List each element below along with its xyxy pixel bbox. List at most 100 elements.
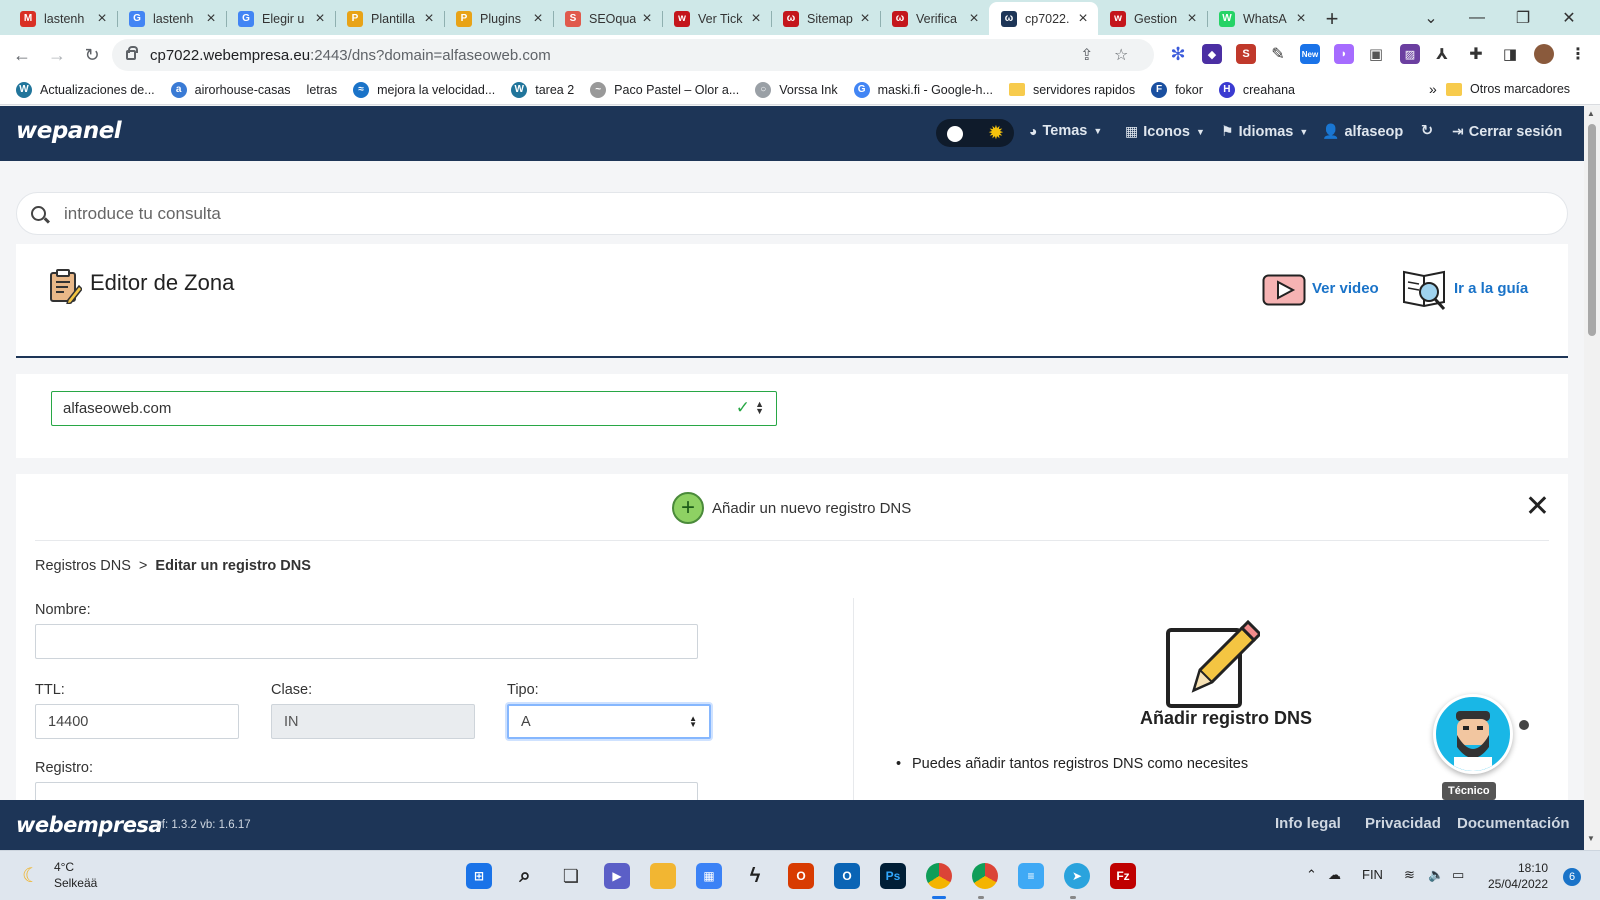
- nombre-input[interactable]: [35, 624, 698, 659]
- tab-close-icon[interactable]: ×: [95, 10, 109, 26]
- address-bar[interactable]: cp7022.webempresa.eu:2443/dns?domain=alf…: [112, 39, 1154, 71]
- tab-close-icon[interactable]: ×: [422, 10, 436, 26]
- add-dns-record-button[interactable]: + Añadir un nuevo registro DNS: [672, 492, 911, 524]
- bookmark-item[interactable]: a airorhouse-casas: [170, 81, 291, 98]
- browser-tab[interactable]: P Plugins ×: [444, 2, 553, 35]
- extension-image-icon[interactable]: ▨: [1400, 44, 1420, 64]
- task-view-icon[interactable]: ❏: [558, 863, 584, 889]
- menu-iconos[interactable]: ▦ Iconos ▼: [1125, 123, 1205, 140]
- domain-select[interactable]: alfaseoweb.com ✓ ▲ ▼: [51, 391, 777, 426]
- page-scrollbar[interactable]: ▲ ▼: [1584, 106, 1600, 850]
- battery-icon[interactable]: ▭: [1452, 867, 1464, 883]
- store-icon[interactable]: ▦: [696, 863, 722, 889]
- browser-tab[interactable]: S SEOqua ×: [553, 2, 662, 35]
- bookmarks-overflow-icon[interactable]: »: [1429, 81, 1437, 97]
- tab-close-icon[interactable]: ×: [1294, 10, 1308, 26]
- office-icon[interactable]: O: [788, 863, 814, 889]
- tab-search-icon[interactable]: ⌄: [1408, 0, 1454, 35]
- wepanel-logo[interactable]: wepanel: [16, 118, 122, 144]
- telegram-icon[interactable]: ➤: [1064, 863, 1090, 889]
- bookmark-item[interactable]: ○ Vorssa Ink: [755, 81, 838, 98]
- chrome-menu-icon[interactable]: ⋮: [1568, 44, 1588, 64]
- tab-close-icon[interactable]: ×: [967, 10, 981, 26]
- teams-chat-icon[interactable]: ▶: [604, 863, 630, 889]
- extension-tag-icon[interactable]: ◗: [1334, 44, 1354, 64]
- minimize-icon[interactable]: —: [1454, 0, 1500, 35]
- bookmark-item[interactable]: servidores rapidos: [1008, 83, 1135, 97]
- documentacion-link[interactable]: Documentación: [1457, 815, 1570, 832]
- bookmark-item[interactable]: ≈ mejora la velocidad...: [353, 81, 495, 98]
- user-menu[interactable]: 👤 alfaseop: [1322, 123, 1403, 140]
- browser-tab[interactable]: Mlastenh ×: [8, 2, 117, 35]
- tab-close-icon[interactable]: ×: [531, 10, 545, 26]
- onedrive-icon[interactable]: ☁: [1328, 867, 1341, 883]
- tab-close-icon[interactable]: ×: [313, 10, 327, 26]
- tab-close-icon[interactable]: ×: [749, 10, 763, 26]
- info-legal-link[interactable]: Info legal: [1275, 815, 1341, 832]
- wifi-icon[interactable]: ≋: [1404, 867, 1415, 883]
- filezilla-icon[interactable]: Fz: [1110, 863, 1136, 889]
- system-clock[interactable]: 18:10 25/04/2022: [1486, 860, 1548, 892]
- browser-tab[interactable]: w Gestion ×: [1098, 2, 1207, 35]
- weather-widget[interactable]: ☾ 4°C Selkeää: [22, 859, 97, 891]
- new-tab-icon[interactable]: +: [1316, 2, 1348, 35]
- extensions-puzzle-icon[interactable]: ✚: [1466, 44, 1486, 64]
- maximize-icon[interactable]: ❐: [1500, 0, 1546, 35]
- browser-tab[interactable]: ω cp7022. ×: [989, 2, 1098, 35]
- technician-avatar[interactable]: [1433, 694, 1513, 774]
- tray-chevron-icon[interactable]: ⌃: [1306, 867, 1317, 883]
- chrome-icon[interactable]: [926, 863, 952, 889]
- reload-icon[interactable]: ↻: [76, 39, 108, 71]
- chrome-profile-icon[interactable]: [972, 863, 998, 889]
- browser-tab[interactable]: ω Sitemap ×: [771, 2, 880, 35]
- extension-new-icon[interactable]: New: [1300, 44, 1320, 64]
- ttl-input[interactable]: 14400: [35, 704, 239, 739]
- profile-avatar[interactable]: [1534, 44, 1554, 64]
- close-window-icon[interactable]: ✕: [1546, 0, 1592, 35]
- tab-close-icon[interactable]: ×: [204, 10, 218, 26]
- scroll-up-icon[interactable]: ▲: [1587, 109, 1595, 118]
- webempresa-logo[interactable]: webempresa: [16, 813, 163, 837]
- browser-tab[interactable]: ω Verifica ×: [880, 2, 989, 35]
- tab-close-icon[interactable]: ×: [1076, 10, 1090, 26]
- extension-seoquake-icon[interactable]: S: [1236, 44, 1256, 64]
- extension-pen-icon[interactable]: ✎: [1268, 44, 1288, 64]
- notepad-icon[interactable]: ≡: [1018, 863, 1044, 889]
- support-bot[interactable]: Técnico: [1433, 694, 1531, 800]
- bookmark-item[interactable]: Gmaski.fi - Google-h...: [853, 81, 993, 98]
- ver-video-link[interactable]: Ver video: [1312, 280, 1379, 297]
- menu-temas[interactable]: ◕ Temas ▼: [1029, 123, 1102, 139]
- browser-tab[interactable]: W WhatsA ×: [1207, 2, 1316, 35]
- tab-close-icon[interactable]: ×: [1185, 10, 1199, 26]
- scroll-thumb[interactable]: [1588, 124, 1596, 336]
- back-icon[interactable]: ←: [6, 39, 38, 71]
- share-icon[interactable]: ⇪: [1080, 45, 1093, 65]
- breadcrumb-root[interactable]: Registros DNS: [35, 558, 131, 574]
- language-indicator[interactable]: FIN: [1362, 867, 1383, 882]
- other-bookmarks[interactable]: Otros marcadores: [1446, 82, 1570, 96]
- search-input[interactable]: [64, 203, 1464, 224]
- forward-icon[interactable]: →: [41, 39, 73, 71]
- privacidad-link[interactable]: Privacidad: [1365, 815, 1441, 832]
- extension-asterisk-icon[interactable]: ✻: [1168, 44, 1188, 64]
- lightning-app-icon[interactable]: ϟ: [742, 863, 768, 889]
- scroll-down-icon[interactable]: ▼: [1587, 834, 1595, 843]
- bookmark-item[interactable]: letras: [307, 83, 338, 97]
- lock-icon[interactable]: [126, 46, 138, 60]
- theme-toggle[interactable]: ✹: [936, 119, 1014, 147]
- guide-book-icon[interactable]: [1402, 268, 1448, 312]
- browser-tab[interactable]: Glastenh ×: [117, 2, 226, 35]
- volume-icon[interactable]: 🔈: [1428, 867, 1444, 883]
- notification-badge[interactable]: 6: [1563, 868, 1581, 886]
- refresh-icon[interactable]: ↻: [1421, 123, 1433, 139]
- search-icon[interactable]: ⌕: [512, 863, 538, 889]
- bookmark-item[interactable]: W Actualizaciones de...: [16, 81, 155, 98]
- close-icon[interactable]: ✕: [1525, 492, 1550, 522]
- outlook-icon[interactable]: O: [834, 863, 860, 889]
- extension-cube-icon[interactable]: ◆: [1202, 44, 1222, 64]
- browser-tab[interactable]: P Plantilla ×: [335, 2, 444, 35]
- windows-start-icon[interactable]: ⊞: [466, 863, 492, 889]
- bookmark-item[interactable]: ~ Paco Pastel – Olor a...: [590, 81, 739, 98]
- tab-close-icon[interactable]: ×: [858, 10, 872, 26]
- tipo-select[interactable]: A ▲ ▼: [507, 704, 711, 739]
